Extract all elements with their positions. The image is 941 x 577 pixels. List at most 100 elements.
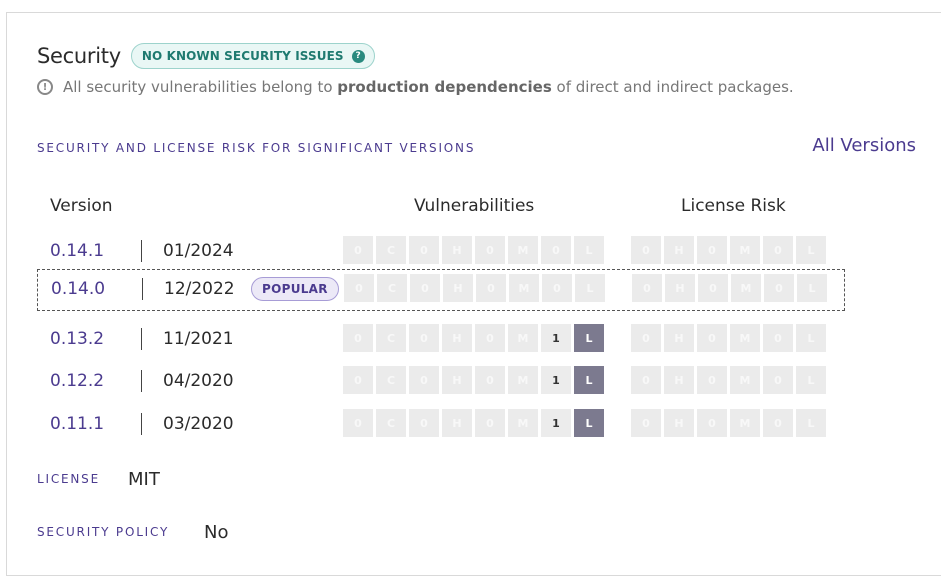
license-risk-cells-count: 0: [631, 324, 661, 352]
release-date: 12/2022: [164, 279, 235, 299]
vulnerability-cells-severity: C: [376, 236, 406, 264]
vulnerability-cells-count: 0: [475, 324, 505, 352]
vulnerability-cells-count: 0: [343, 366, 373, 394]
license-risk-cells-severity: H: [664, 324, 694, 352]
vulnerability-cells-count: 1: [541, 409, 571, 437]
vulnerability-cells-severity: L: [574, 366, 604, 394]
vulnerability-cells: 0C0H0M1L: [343, 409, 607, 437]
version-link[interactable]: 0.14.0: [51, 279, 105, 299]
license-risk-cells-count: 0: [697, 409, 727, 437]
vulnerability-cells-count: 0: [475, 409, 505, 437]
vulnerability-cells-count: 0: [409, 324, 439, 352]
license-risk-cells-count: 0: [697, 324, 727, 352]
security-status-badge: NO KNOWN SECURITY ISSUES ?: [130, 43, 375, 69]
vulnerability-cells-count: 0: [409, 409, 439, 437]
vulnerability-cells-severity: H: [443, 274, 473, 302]
vulnerability-cells-severity: M: [508, 324, 538, 352]
vulnerability-cells-count: 0: [475, 236, 505, 264]
vulnerability-cells-count: 0: [343, 236, 373, 264]
note-bold: production dependencies: [337, 78, 552, 96]
vulnerability-cells-count: 0: [343, 324, 373, 352]
license-risk-cells-severity: M: [730, 236, 760, 264]
license-risk-cells-severity: H: [664, 236, 694, 264]
security-note: ! All security vulnerabilities belong to…: [37, 78, 794, 96]
row-separator: [142, 278, 143, 300]
license-risk-cells-severity: L: [796, 366, 826, 394]
license-value: MIT: [128, 469, 160, 490]
license-risk-cells-severity: L: [796, 236, 826, 264]
vulnerability-cells-count: 0: [409, 236, 439, 264]
note-pre: All security vulnerabilities belong to: [63, 78, 338, 96]
license-risk-cells-severity: M: [730, 366, 760, 394]
vulnerability-cells-severity: L: [574, 409, 604, 437]
all-versions-link[interactable]: All Versions: [812, 135, 916, 156]
vulnerability-cells-severity: C: [376, 324, 406, 352]
version-row: 0.13.2 11/2021 0 C 0 H 0 M 1 L 0 H 0 M 0 L: [37, 319, 845, 361]
vulnerability-cells-count: 1: [541, 366, 571, 394]
release-date: 03/2020: [163, 414, 234, 434]
version-link[interactable]: 0.12.2: [50, 371, 104, 391]
note-post: of direct and indirect packages.: [551, 78, 794, 96]
vulnerability-cells-count: 0: [541, 236, 571, 264]
license-risk-cells-count: 0: [631, 409, 661, 437]
row-separator: [141, 413, 142, 435]
release-date: 01/2024: [163, 241, 234, 261]
license-risk-cells-count: 0: [763, 366, 793, 394]
version-row: 0.14.0 12/2022 POPULAR 0 C 0 H 0 M 0 L 0 H 0 M 0 L: [37, 269, 845, 311]
version-row: 0.14.1 01/2024 0 C 0 H 0 M 0 L 0 H 0 M 0 L: [37, 231, 845, 273]
vulnerability-cells-severity: M: [508, 409, 538, 437]
license-risk-cells-count: 0: [764, 274, 794, 302]
vulnerability-cells-severity: M: [508, 366, 538, 394]
license-risk-cells-count: 0: [631, 236, 661, 264]
vulnerability-cells-count: 0: [542, 274, 572, 302]
vulnerability-cells: 0C0H0M1L: [343, 324, 607, 352]
note-text: All security vulnerabilities belong to p…: [63, 78, 794, 96]
security-title: Security: [37, 44, 121, 68]
license-risk-cells-count: 0: [697, 366, 727, 394]
release-date: 11/2021: [163, 329, 234, 349]
version-row: 0.11.1 03/2020 0 C 0 H 0 M 1 L 0 H 0 M 0 L: [37, 404, 845, 446]
col-vulnerabilities-header: Vulnerabilities: [414, 196, 535, 216]
col-license-risk-header: License Risk: [681, 196, 786, 216]
version-link[interactable]: 0.11.1: [50, 414, 104, 434]
popular-badge: POPULAR: [251, 277, 339, 301]
security-status-text: NO KNOWN SECURITY ISSUES: [141, 49, 344, 63]
vulnerability-cells-severity: L: [575, 274, 605, 302]
row-separator: [141, 240, 142, 262]
license-risk-cells-severity: H: [664, 366, 694, 394]
vulnerability-cells-severity: H: [442, 324, 472, 352]
vulnerability-cells-count: 0: [343, 409, 373, 437]
license-risk-cells: 0H0M0L: [631, 366, 829, 394]
vulnerability-cells-count: 0: [475, 366, 505, 394]
row-separator: [141, 370, 142, 392]
vulnerability-cells-severity: L: [574, 236, 604, 264]
license-risk-cells: 0H0M0L: [631, 324, 829, 352]
vulnerability-cells-count: 0: [476, 274, 506, 302]
vulnerability-cells-severity: C: [377, 274, 407, 302]
license-risk-cells-count: 0: [697, 236, 727, 264]
vulnerability-cells-count: 1: [541, 324, 571, 352]
version-link[interactable]: 0.14.1: [50, 241, 104, 261]
license-label: LICENSE: [37, 472, 100, 486]
question-icon[interactable]: ?: [351, 49, 365, 63]
version-link[interactable]: 0.13.2: [50, 329, 104, 349]
vulnerability-cells-severity: H: [442, 409, 472, 437]
license-risk-cells-count: 0: [763, 409, 793, 437]
license-risk-cells-count: 0: [632, 274, 662, 302]
license-risk-cells-severity: L: [796, 324, 826, 352]
license-risk-cells-count: 0: [763, 324, 793, 352]
vulnerability-cells-severity: C: [376, 366, 406, 394]
vulnerability-cells-severity: H: [442, 366, 472, 394]
license-risk-cells-severity: M: [731, 274, 761, 302]
license-risk-cells-severity: M: [730, 409, 760, 437]
vulnerability-cells-severity: H: [442, 236, 472, 264]
vulnerability-cells: 0C0H0M0L: [343, 236, 607, 264]
row-separator: [141, 328, 142, 350]
risk-section-label: SECURITY AND LICENSE RISK FOR SIGNIFICAN…: [37, 141, 476, 155]
license-risk-cells: 0H0M0L: [632, 274, 830, 302]
vulnerability-cells-count: 0: [410, 274, 440, 302]
license-risk-cells: 0H0M0L: [631, 409, 829, 437]
license-risk-cells-severity: M: [730, 324, 760, 352]
license-risk-cells-count: 0: [763, 236, 793, 264]
info-icon: !: [37, 79, 53, 95]
